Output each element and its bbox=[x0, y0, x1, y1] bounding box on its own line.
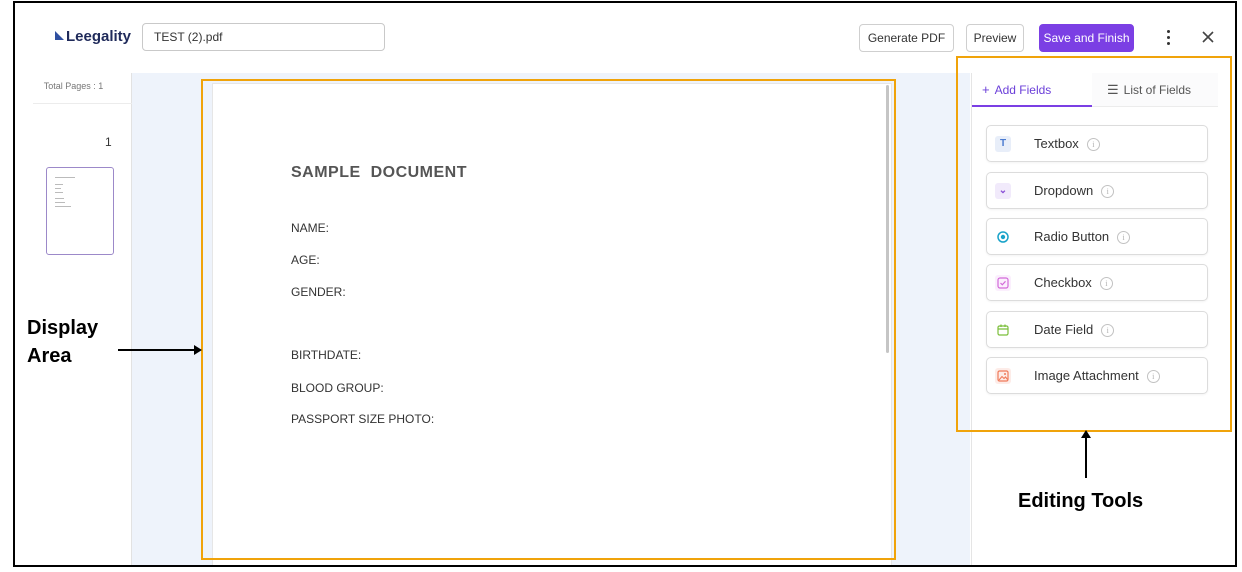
doc-line-age: AGE: bbox=[291, 253, 320, 267]
logo-mark-icon bbox=[55, 31, 64, 40]
info-icon[interactable]: i bbox=[1101, 185, 1115, 198]
close-icon[interactable] bbox=[1195, 23, 1221, 51]
field-label: Checkbox bbox=[1034, 275, 1092, 290]
field-date[interactable]: Date Field i bbox=[986, 311, 1208, 348]
display-area-arrow-icon bbox=[118, 345, 202, 355]
info-icon[interactable]: i bbox=[1086, 138, 1100, 151]
list-icon: ☰ bbox=[1107, 82, 1119, 97]
editing-tools-label: Editing Tools bbox=[1018, 490, 1144, 512]
field-checkbox[interactable]: Checkbox i bbox=[986, 264, 1208, 301]
page-number: 1 bbox=[105, 135, 112, 149]
field-label: Radio Button bbox=[1034, 229, 1110, 244]
kebab-vertical-icon[interactable] bbox=[1160, 24, 1176, 50]
field-label: Textbox bbox=[1034, 136, 1079, 151]
generate-pdf-button[interactable]: Generate PDF bbox=[859, 24, 954, 52]
preview-button[interactable]: Preview bbox=[966, 24, 1024, 52]
tab-label: List of Fields bbox=[1123, 83, 1192, 97]
field-image-attachment[interactable]: Image Attachment i bbox=[986, 357, 1208, 394]
doc-line-blood-group: BLOOD GROUP: bbox=[291, 381, 384, 395]
plus-icon: + bbox=[982, 82, 990, 97]
display-area-label: Display Area bbox=[27, 314, 98, 370]
display-area-label-line2: Area bbox=[27, 345, 72, 367]
field-label: Image Attachment bbox=[1034, 368, 1139, 383]
info-icon[interactable]: i bbox=[1101, 324, 1115, 337]
field-textbox[interactable]: T Textbox i bbox=[986, 125, 1208, 162]
app-window: Leegality TEST (2).pdf Generate PDF Prev… bbox=[13, 1, 1237, 567]
field-label: Date Field bbox=[1034, 322, 1094, 337]
text-icon: T bbox=[995, 136, 1011, 152]
doc-line-gender: GENDER: bbox=[291, 285, 346, 299]
field-radio-button[interactable]: Radio Button i bbox=[986, 218, 1208, 255]
display-area-label-line1: Display bbox=[27, 317, 99, 339]
tab-list-of-fields[interactable]: ☰ List of Fields bbox=[1092, 73, 1218, 107]
calendar-icon bbox=[995, 322, 1011, 338]
document-page: SAMPLE DOCUMENT NAME: AGE: GENDER: BIRTH… bbox=[212, 83, 892, 565]
tools-tabs: + Add Fields ☰ List of Fields bbox=[972, 73, 1218, 107]
logo: Leegality bbox=[55, 28, 131, 45]
tab-label: Add Fields bbox=[994, 83, 1052, 97]
info-icon[interactable]: i bbox=[1099, 277, 1113, 290]
radio-icon bbox=[995, 229, 1011, 245]
info-icon[interactable]: i bbox=[1117, 231, 1131, 244]
tab-add-fields[interactable]: + Add Fields bbox=[972, 73, 1092, 107]
page-thumbnail[interactable] bbox=[46, 167, 114, 255]
top-bar: Leegality TEST (2).pdf Generate PDF Prev… bbox=[15, 3, 1235, 73]
viewer-scrollbar[interactable] bbox=[886, 85, 889, 353]
editing-tools-arrow-icon bbox=[1081, 430, 1091, 478]
doc-line-birthdate: BIRTHDATE: bbox=[291, 348, 362, 362]
chevron-down-icon: ⌄ bbox=[995, 183, 1011, 199]
save-and-finish-button[interactable]: Save and Finish bbox=[1039, 24, 1134, 52]
document-viewer[interactable]: SAMPLE DOCUMENT NAME: AGE: GENDER: BIRTH… bbox=[132, 73, 970, 565]
divider bbox=[33, 103, 132, 104]
doc-line-name: NAME: bbox=[291, 221, 330, 235]
doc-line-passport-photo: PASSPORT SIZE PHOTO: bbox=[291, 412, 435, 426]
total-pages-label: Total Pages : 1 bbox=[43, 81, 104, 91]
document-title: SAMPLE DOCUMENT bbox=[291, 164, 467, 181]
field-dropdown[interactable]: ⌄ Dropdown i bbox=[986, 172, 1208, 209]
logo-text: Leegality bbox=[66, 28, 132, 45]
image-icon bbox=[995, 368, 1011, 384]
field-label: Dropdown bbox=[1034, 183, 1094, 198]
file-name-field[interactable]: TEST (2).pdf bbox=[142, 23, 385, 51]
checkbox-icon bbox=[995, 275, 1011, 291]
info-icon[interactable]: i bbox=[1146, 370, 1160, 383]
